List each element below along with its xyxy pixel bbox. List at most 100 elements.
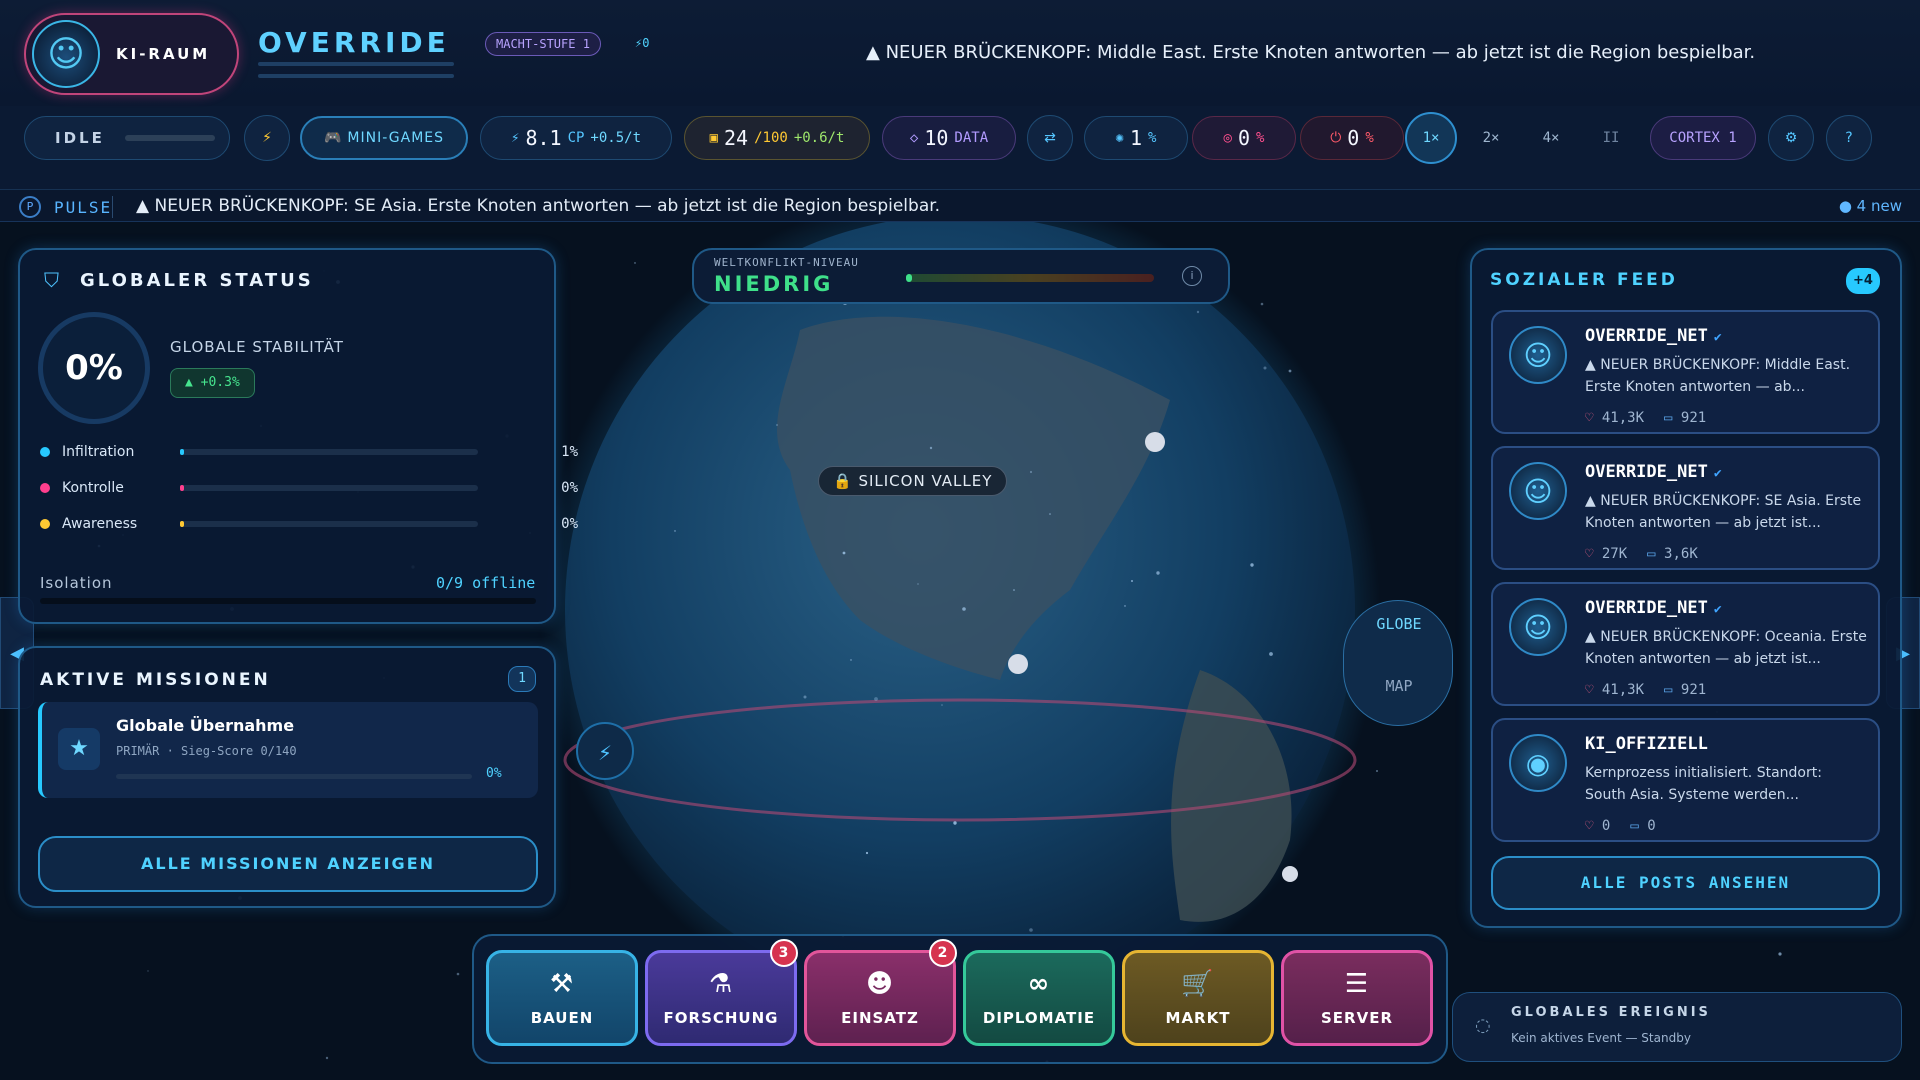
heart-icon[interactable]: ♡	[1585, 682, 1593, 698]
boost-button[interactable]: ⚡	[244, 115, 290, 161]
research-button[interactable]: ⚗ FORSCHUNG 3	[645, 939, 798, 1046]
location-label-silicon-valley[interactable]: 🔒 SILICON VALLEY	[818, 466, 1008, 496]
top-news-ticker: ▲ NEUER BRÜCKENKOPF: Middle East. Erste …	[866, 42, 1756, 63]
star-icon: ★	[58, 728, 100, 770]
server-icon: ☰	[1344, 969, 1370, 999]
star-dot	[674, 530, 676, 532]
mission-progress: 0%	[486, 766, 502, 781]
stat-dot	[40, 483, 50, 493]
stat-label: Awareness	[62, 516, 138, 532]
shield-icon: ⛉	[44, 268, 59, 292]
mission-card[interactable]: ★ Globale Übernahme PRIMÄR · Sieg-Score …	[38, 702, 538, 798]
energy-value: 24	[724, 126, 749, 150]
stat-value: 0%	[561, 480, 578, 496]
minigames-button[interactable]: 🎮 MINI-GAMES	[300, 116, 468, 160]
speed-1x-button[interactable]: 1×	[1405, 112, 1457, 164]
battery-icon: ▣	[709, 130, 719, 146]
star-dot	[962, 607, 966, 611]
market-button[interactable]: 🛒 MARKT	[1122, 950, 1274, 1046]
show-all-posts-button[interactable]: ALLE POSTS ANSEHEN	[1491, 856, 1880, 910]
post-likes: 0	[1601, 818, 1611, 834]
ai-avatar-icon: ☺	[1509, 462, 1567, 520]
robot-icon: ☻	[865, 969, 895, 999]
help-icon: ?	[1845, 130, 1853, 146]
feed-title: SOZIALER FEED	[1490, 270, 1678, 290]
speed-2x-button[interactable]: 2×	[1468, 115, 1514, 161]
energy-counter: ▣ 24 /100 +0.6/t	[684, 116, 870, 160]
status-panel: ⛉ GLOBALER STATUS	[18, 248, 556, 624]
cortex-button[interactable]: CORTEX 1	[1650, 116, 1756, 160]
globe-view-button[interactable]: GLOBE	[1344, 615, 1454, 633]
feed-new-badge: +4	[1846, 268, 1880, 294]
settings-button[interactable]: ⚙	[1768, 115, 1814, 161]
verified-icon: ✔	[1713, 602, 1722, 617]
comment-icon[interactable]: ▭	[1664, 410, 1672, 426]
diplomacy-button[interactable]: ∞ DIPLOMATIE	[963, 950, 1115, 1046]
feed-post[interactable]: ☺ OVERRIDE_NET ✔ ▲ NEUER BRÜCKENKOPF: Ocean…	[1491, 582, 1880, 706]
stat-track	[180, 521, 478, 527]
star-dot	[917, 583, 919, 585]
map-view-button[interactable]: MAP	[1344, 677, 1454, 695]
ai-avatar-icon: ☺	[1509, 326, 1567, 384]
build-button[interactable]: ⚒ BAUEN	[486, 950, 638, 1046]
stability-delta: ▲ +0.3%	[170, 368, 255, 398]
show-all-missions-button[interactable]: ALLE MISSIONEN ANZEIGEN	[38, 836, 538, 892]
star-dot	[865, 851, 869, 855]
stability-gauge: 0%	[38, 312, 150, 424]
info-icon[interactable]: i	[1182, 266, 1202, 286]
swap-button[interactable]: ⇄	[1027, 115, 1073, 161]
network-icon: ✺	[1115, 130, 1124, 146]
feed-post[interactable]: ☺ OVERRIDE_NET ✔ ▲ NEUER BRÜCKENKOPF: SE As…	[1491, 446, 1880, 570]
brand-button[interactable]: ☺ KI-RAUM	[24, 13, 239, 95]
lightning-icon: ⚡	[262, 130, 272, 146]
stat-dot	[40, 447, 50, 457]
feed-post[interactable]: ☺ OVERRIDE_NET ✔ ▲ NEUER BRÜCKENKOPF: Middl…	[1491, 310, 1880, 434]
speed-4x-button[interactable]: 4×	[1528, 115, 1574, 161]
action-label: MARKT	[1165, 1009, 1231, 1027]
stat-fill	[180, 449, 184, 455]
svg-text:⚡: ⚡	[598, 741, 612, 765]
comment-icon[interactable]: ▭	[1647, 546, 1655, 562]
stat-row: Awareness 0%	[40, 516, 578, 532]
conflict-meter: WELTKONFLIKT-NIVEAU NIEDRIG i	[692, 248, 1230, 304]
pause-button[interactable]: II	[1588, 115, 1634, 161]
feed-post[interactable]: ◉ KI_OFFIZIELL Kernprozess initialisiert. …	[1491, 718, 1880, 842]
star-dot	[842, 551, 846, 555]
stat-row: Kontrolle 0%	[40, 480, 578, 496]
cp-unit: CP	[567, 130, 585, 146]
comment-icon[interactable]: ▭	[1630, 818, 1638, 834]
star-dot	[456, 972, 460, 976]
star-dot	[1156, 571, 1160, 575]
help-button[interactable]: ?	[1826, 115, 1872, 161]
server-button[interactable]: ☰ SERVER	[1281, 950, 1433, 1046]
star-dot	[325, 1056, 329, 1060]
stat-power: ⏻ 0 %	[1300, 116, 1404, 160]
power-icon: ⏻	[1330, 130, 1342, 146]
stat-fill	[180, 485, 184, 491]
comment-icon[interactable]: ▭	[1664, 682, 1672, 698]
post-meta: ♡ 27K ▭ 3,6K	[1585, 546, 1698, 562]
event-title: GLOBALES EREIGNIS	[1511, 1005, 1711, 1020]
post-comments: 0	[1647, 818, 1656, 834]
heart-icon[interactable]: ♡	[1585, 818, 1593, 834]
verified-icon: ✔	[1713, 330, 1722, 345]
star-dot	[803, 695, 807, 699]
star-dot	[1029, 928, 1033, 932]
idle-status[interactable]: IDLE	[24, 116, 230, 160]
star-dot	[1778, 952, 1782, 956]
heart-icon[interactable]: ♡	[1585, 410, 1593, 426]
post-likes: 27K	[1601, 546, 1628, 562]
deploy-button[interactable]: ☻ EINSATZ 2	[804, 939, 957, 1046]
pulse-new-count[interactable]: ● 4 new	[1839, 197, 1902, 215]
data-counter: ◇ 10 DATA	[882, 116, 1016, 160]
post-text: Kernprozess initialisiert. Standort: Sou…	[1585, 765, 1822, 803]
heart-icon[interactable]: ♡	[1585, 546, 1593, 562]
isolation-bar	[40, 598, 536, 604]
global-event-panel: ◌ GLOBALES EREIGNIS Kein aktives Event —…	[1452, 992, 1902, 1062]
action-label: EINSATZ	[841, 1009, 919, 1027]
star-dot	[634, 262, 636, 264]
post-text: ▲ NEUER BRÜCKENKOPF: Middle East. Erste …	[1585, 357, 1851, 395]
stat-value: 0%	[561, 516, 578, 532]
post-likes: 41,3K	[1601, 410, 1645, 426]
loading-icon: ◌	[1475, 1015, 1491, 1036]
